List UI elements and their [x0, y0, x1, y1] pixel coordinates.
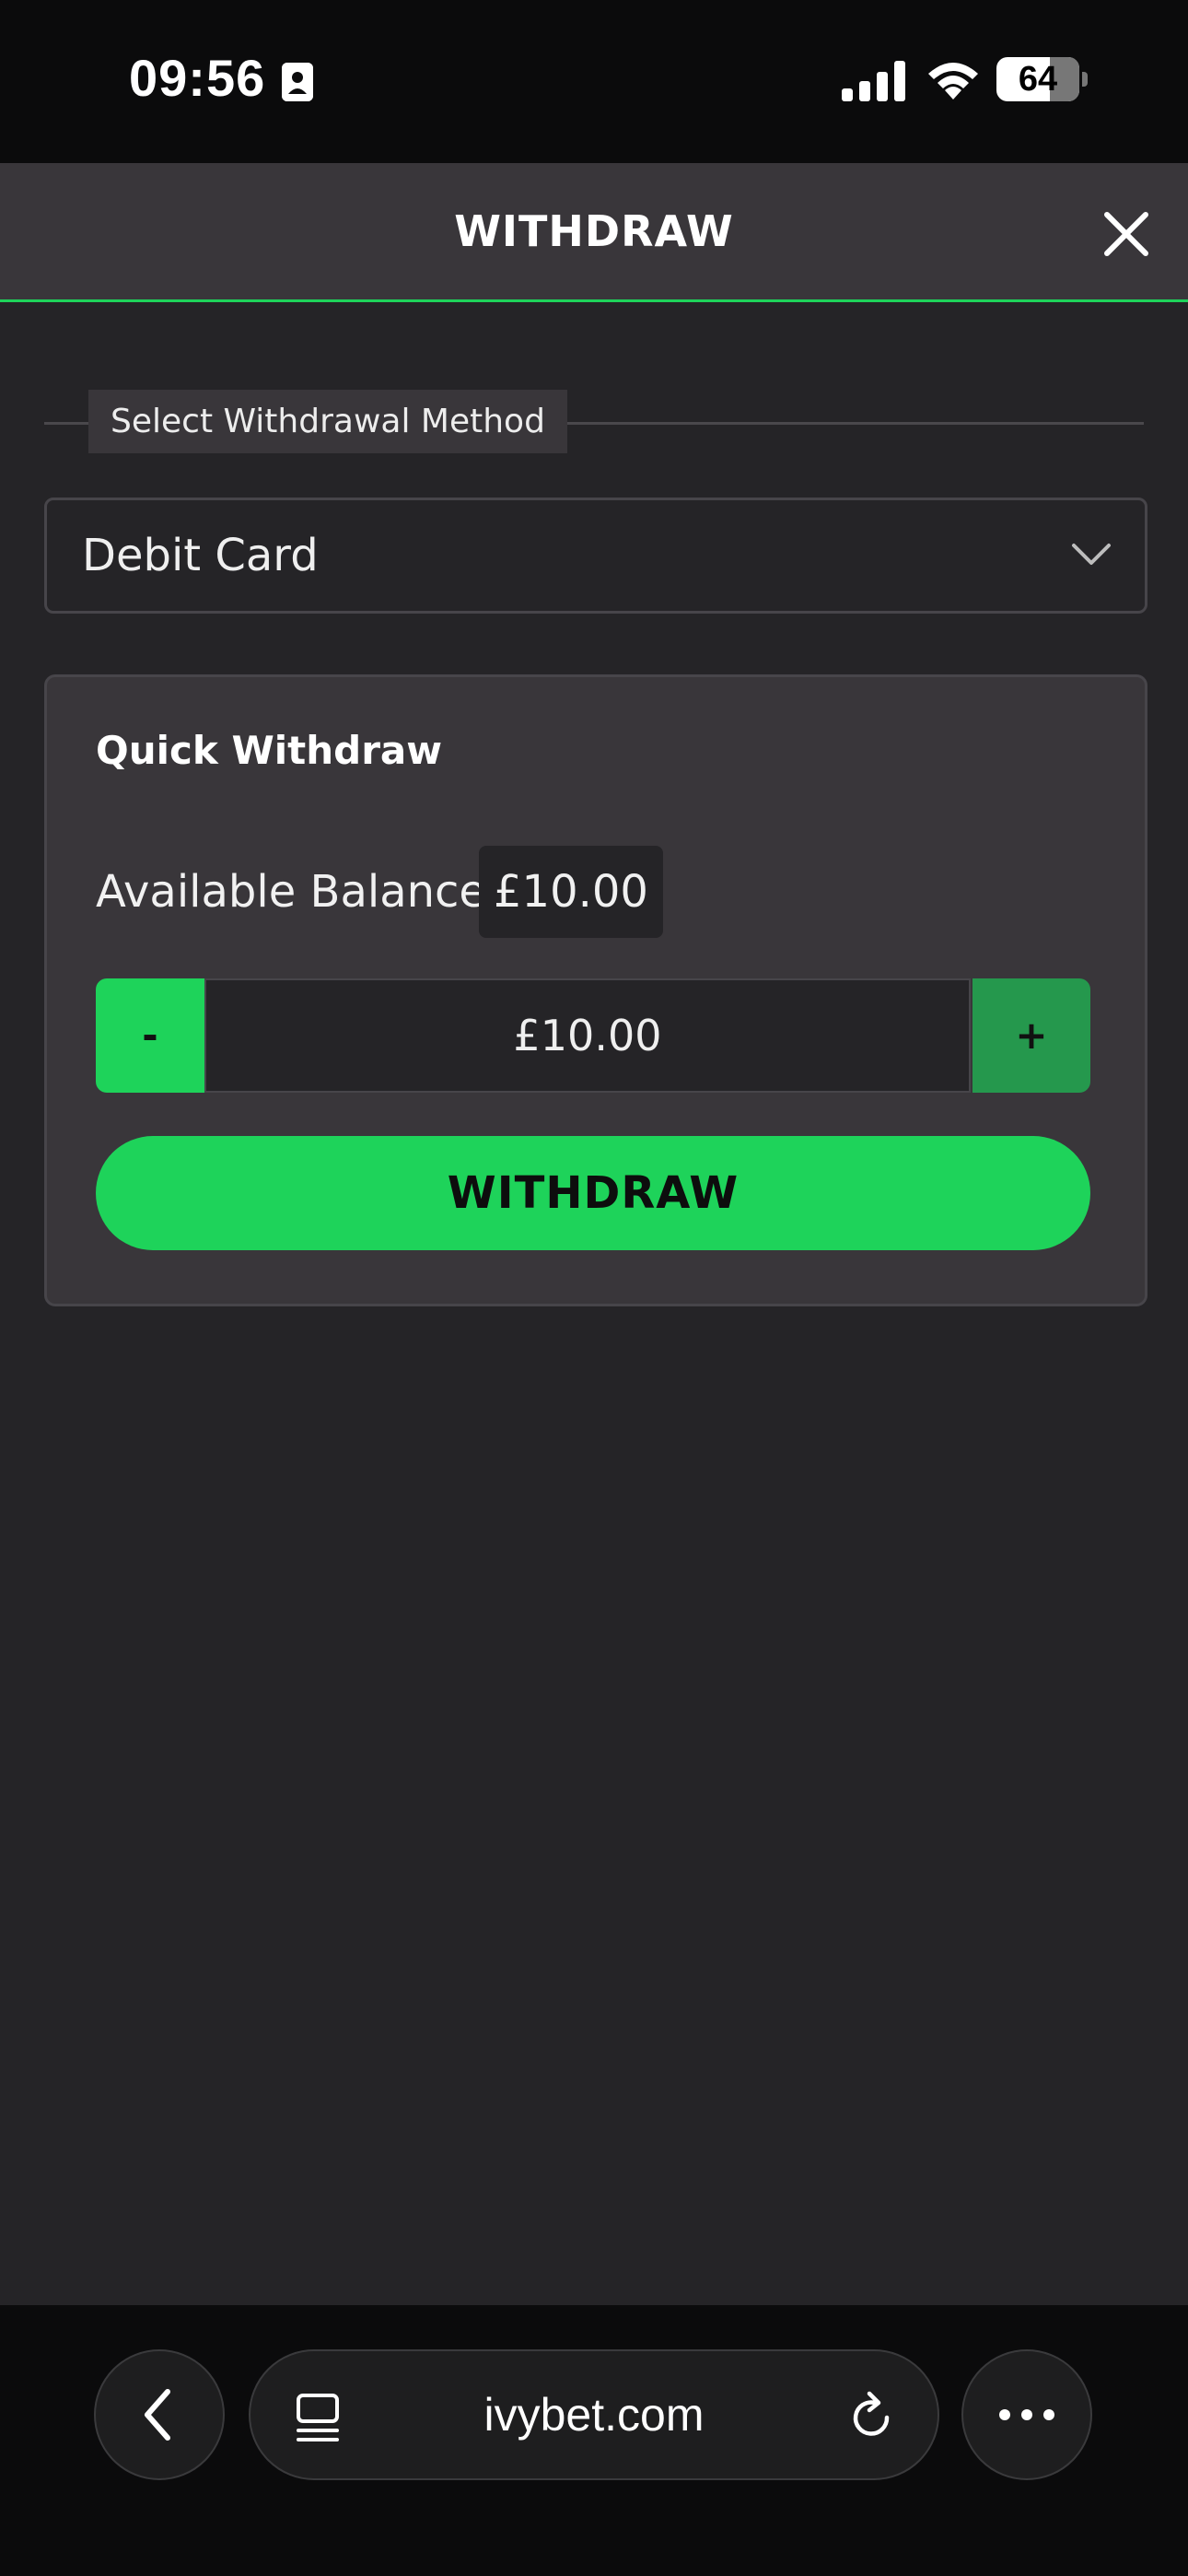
battery-icon: 64	[996, 57, 1079, 101]
chevron-down-icon	[1072, 544, 1111, 565]
balance-label: Available Balance:	[96, 866, 502, 918]
chevron-left-icon	[145, 2389, 170, 2441]
amount-input[interactable]: £10.00	[204, 978, 971, 1093]
decrease-button[interactable]: -	[96, 978, 204, 1093]
close-icon	[1104, 212, 1148, 256]
withdraw-button[interactable]: WITHDRAW	[96, 1136, 1090, 1250]
back-button[interactable]	[94, 2349, 225, 2480]
contact-card-icon	[282, 63, 313, 101]
more-button[interactable]	[961, 2349, 1092, 2480]
selected-method: Debit Card	[82, 530, 319, 581]
amount-stepper: - £10.00 +	[96, 978, 1090, 1093]
method-legend: Select Withdrawal Method	[88, 390, 567, 453]
wifi-icon	[928, 63, 978, 100]
battery-level: 64	[1018, 60, 1058, 99]
status-time: 09:56	[129, 49, 266, 107]
status-bar: 09:56 64	[0, 0, 1188, 163]
modal-header: WITHDRAW	[0, 163, 1188, 302]
url-text: ivybet.com	[483, 2389, 705, 2441]
battery-nub	[1082, 72, 1088, 87]
page-title: WITHDRAW	[454, 206, 734, 256]
reload-icon[interactable]	[847, 2390, 897, 2441]
balance-value: £10.00	[479, 846, 663, 938]
withdrawal-method-select[interactable]: Debit Card	[44, 498, 1147, 614]
more-dots-icon	[999, 2409, 1054, 2420]
increase-button[interactable]: +	[973, 978, 1090, 1093]
card-title: Quick Withdraw	[96, 728, 443, 773]
address-bar[interactable]: ivybet.com	[249, 2349, 939, 2480]
close-button[interactable]	[1096, 204, 1157, 264]
cellular-signal-icon	[842, 61, 905, 101]
